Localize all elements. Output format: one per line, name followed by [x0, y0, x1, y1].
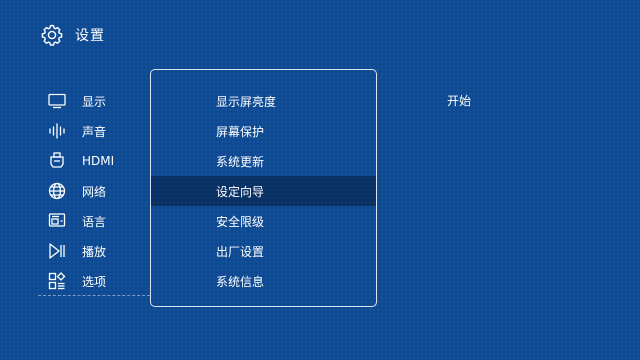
sidebar-item-label: 声音 [82, 124, 107, 139]
sidebar-item-label: 选项 [82, 274, 107, 289]
start-button[interactable]: 开始 [447, 92, 471, 109]
menu-item-setup-wizard[interactable]: 设定向导 [151, 176, 376, 206]
sidebar-divider [38, 295, 150, 296]
menu-item-factory-reset[interactable]: 出厂设置 [151, 236, 376, 266]
menu-item-screensaver[interactable]: 屏幕保护 [151, 116, 376, 146]
sidebar-item-language[interactable]: 语言 [46, 206, 146, 236]
sound-wave-icon [46, 120, 68, 142]
sidebar-item-network[interactable]: 网络 [46, 176, 146, 206]
play-pause-icon [46, 240, 68, 262]
menu-item-display-brightness[interactable]: 显示屏亮度 [151, 86, 376, 116]
sidebar-item-label: 语言 [82, 214, 107, 229]
sidebar-item-hdmi[interactable]: HDMI [46, 146, 146, 176]
submenu-panel: 显示屏亮度 屏幕保护 系统更新 设定向导 安全限级 出厂设置 系统信息 [150, 69, 377, 307]
options-icon [46, 270, 68, 292]
sidebar-item-display[interactable]: 显示 [46, 86, 146, 116]
gear-icon [40, 23, 64, 47]
menu-item-system-info[interactable]: 系统信息 [151, 266, 376, 296]
sidebar-item-label: 播放 [82, 244, 107, 259]
sidebar-item-label: 网络 [82, 184, 107, 199]
menu-item-security-level[interactable]: 安全限级 [151, 206, 376, 236]
monitor-icon [46, 90, 68, 112]
sidebar-item-sound[interactable]: 声音 [46, 116, 146, 146]
sidebar-item-label: 显示 [82, 94, 107, 109]
sidebar-item-options[interactable]: 选项 [46, 266, 146, 296]
language-icon [46, 210, 68, 232]
hdmi-icon [46, 150, 68, 172]
page-header: 设置 [40, 23, 105, 47]
sidebar-item-label: HDMI [82, 154, 115, 168]
page-title: 设置 [75, 28, 105, 44]
sidebar-item-playback[interactable]: 播放 [46, 236, 146, 266]
globe-icon [46, 180, 68, 202]
menu-item-system-update[interactable]: 系统更新 [151, 146, 376, 176]
